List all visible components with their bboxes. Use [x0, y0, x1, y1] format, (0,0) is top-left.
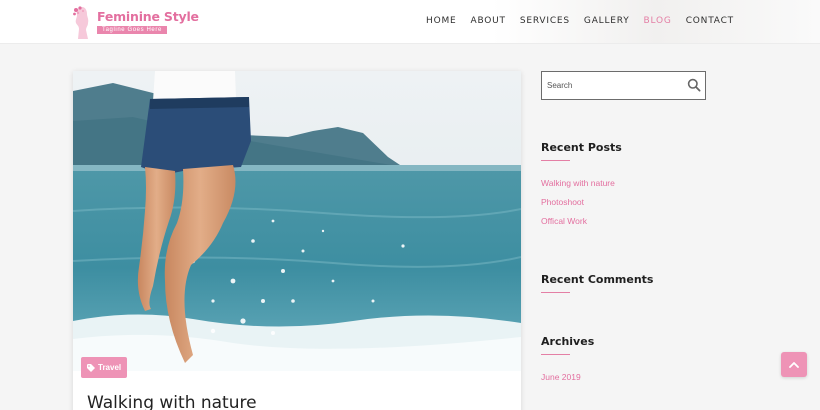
blog-page: Feminine Style Tagline Goes Here HOME AB… — [0, 0, 820, 410]
blog-post-card: Travel Walking with nature — [73, 71, 521, 410]
post-title[interactable]: Walking with nature — [87, 393, 257, 410]
post-featured-image[interactable] — [73, 71, 521, 371]
archive-link[interactable]: June 2019 — [541, 372, 581, 382]
post-category-label: Travel — [98, 363, 122, 372]
recent-posts-title: Recent Posts — [541, 141, 622, 154]
recent-post-link[interactable]: Walking with nature — [541, 178, 615, 188]
post-category-badge[interactable]: Travel — [81, 357, 128, 378]
nav-about[interactable]: ABOUT — [471, 16, 506, 26]
recent-posts-underline — [541, 160, 570, 161]
main-nav: HOME ABOUT SERVICES GALLERY BLOG CONTACT — [426, 16, 748, 26]
nav-home[interactable]: HOME — [426, 16, 457, 26]
recent-comments-title: Recent Comments — [541, 273, 654, 286]
brand-title: Feminine Style — [97, 9, 199, 24]
recent-post-link[interactable]: Offical Work — [541, 216, 587, 226]
brand-tagline: Tagline Goes Here — [97, 26, 167, 34]
woman-silhouette-icon — [73, 6, 89, 39]
tag-icon — [87, 363, 95, 372]
site-header: Feminine Style Tagline Goes Here HOME AB… — [0, 0, 820, 44]
nav-gallery[interactable]: GALLERY — [584, 16, 630, 26]
search-input[interactable] — [542, 72, 682, 99]
site-logo[interactable]: Feminine Style Tagline Goes Here — [72, 5, 199, 39]
sidebar-search — [541, 71, 706, 100]
search-icon[interactable] — [687, 78, 701, 92]
archives-title: Archives — [541, 335, 595, 348]
nav-contact[interactable]: CONTACT — [686, 16, 734, 26]
archives-underline — [541, 354, 570, 355]
recent-comments-underline — [541, 292, 570, 293]
recent-post-link[interactable]: Photoshoot — [541, 197, 584, 207]
nav-services[interactable]: SERVICES — [520, 16, 570, 26]
scroll-to-top-button[interactable] — [781, 352, 807, 377]
chevron-up-icon — [789, 361, 799, 368]
nav-blog[interactable]: BLOG — [644, 16, 672, 26]
